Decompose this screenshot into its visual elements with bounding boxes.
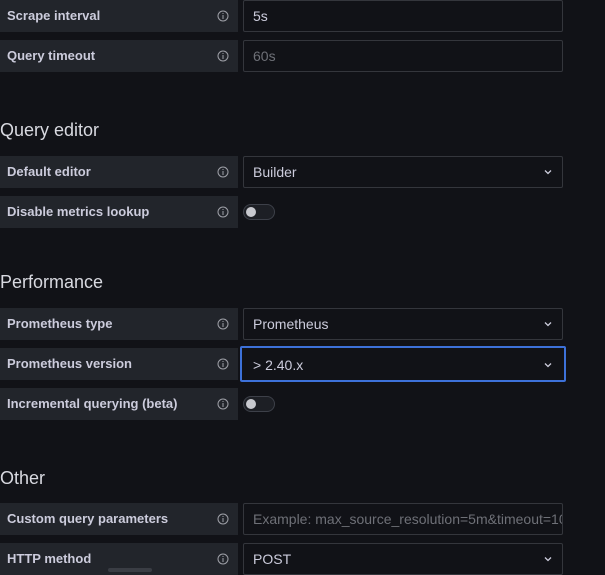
info-circle-icon[interactable]	[217, 166, 229, 178]
info-circle-icon[interactable]	[217, 318, 229, 330]
disable-metrics-lookup-toggle[interactable]	[243, 204, 275, 220]
section-heading-query-editor: Query editor	[0, 120, 100, 140]
scrape-interval-input[interactable]: 5s	[243, 0, 563, 32]
prometheus-type-select[interactable]: Prometheus	[243, 308, 563, 340]
chevron-down-icon	[544, 322, 552, 327]
incremental-querying-label: Incremental querying (beta)	[0, 388, 238, 420]
section-heading-other: Other	[0, 468, 46, 488]
toggle-knob	[246, 399, 256, 409]
chevron-down-icon	[544, 363, 552, 368]
chevron-down-icon	[544, 170, 552, 175]
default-editor-select[interactable]: Builder	[243, 156, 563, 188]
scrape-interval-label: Scrape interval	[0, 0, 238, 32]
default-editor-label: Default editor	[0, 156, 238, 188]
custom-query-parameters-input[interactable]: Example: max_source_resolution=5m&timeou…	[243, 503, 563, 535]
http-method-value: POST	[253, 551, 292, 567]
info-circle-icon[interactable]	[217, 358, 229, 370]
incremental-querying-toggle[interactable]	[243, 396, 275, 412]
horizontal-scrollbar[interactable]	[108, 568, 152, 572]
toggle-knob	[246, 207, 256, 217]
http-method-select[interactable]: POST	[243, 543, 563, 575]
info-circle-icon[interactable]	[217, 10, 229, 22]
default-editor-value: Builder	[253, 164, 297, 180]
chevron-down-icon	[544, 557, 552, 562]
query-timeout-label: Query timeout	[0, 40, 238, 72]
prometheus-version-value: > 2.40.x	[253, 357, 304, 373]
prometheus-version-select[interactable]: > 2.40.x	[240, 346, 566, 382]
prometheus-version-label: Prometheus version	[0, 348, 238, 380]
info-circle-icon[interactable]	[217, 513, 229, 525]
prometheus-type-label: Prometheus type	[0, 308, 238, 340]
info-circle-icon[interactable]	[217, 553, 229, 565]
custom-query-parameters-label: Custom query parameters	[0, 503, 238, 535]
info-circle-icon[interactable]	[217, 398, 229, 410]
query-timeout-input[interactable]: 60s	[243, 40, 563, 72]
prometheus-type-value: Prometheus	[253, 316, 329, 332]
info-circle-icon[interactable]	[217, 50, 229, 62]
section-heading-performance: Performance	[0, 272, 104, 292]
disable-metrics-lookup-label: Disable metrics lookup	[0, 196, 238, 228]
info-circle-icon[interactable]	[217, 206, 229, 218]
